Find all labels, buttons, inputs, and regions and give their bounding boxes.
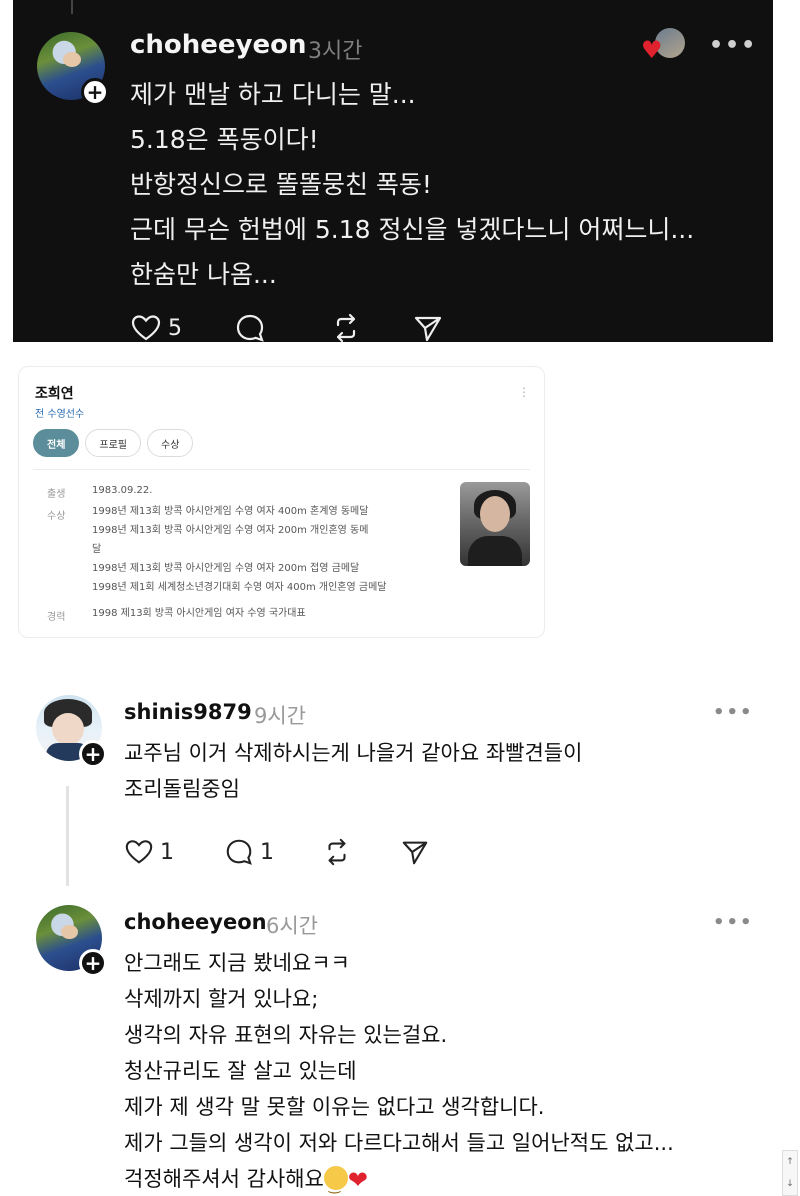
- like-button[interactable]: 1: [124, 837, 174, 867]
- post-body: 제가 맨날 하고 다니는 말... 5.18은 폭동이다! 반항정신으로 똘똘뭉…: [130, 72, 694, 297]
- share-button[interactable]: [400, 837, 430, 867]
- like-button[interactable]: 5: [130, 312, 182, 344]
- photo-face: [480, 496, 510, 532]
- scrollbar[interactable]: ↑ ↓: [782, 1150, 798, 1196]
- comment-more-button[interactable]: •••: [713, 912, 754, 933]
- comment-line: 조리돌림중임: [124, 777, 240, 801]
- share-icon: [402, 841, 428, 865]
- main-post: + choheeyeon 3시간 ♥ ••• 제가 맨날 하고 다니는 말...…: [13, 0, 773, 344]
- repost-button[interactable]: [330, 312, 362, 344]
- post-line: 한숨만 나옴...: [130, 260, 277, 289]
- liked-by-avatar[interactable]: ♥: [641, 28, 685, 62]
- photo-body: [468, 536, 522, 566]
- award-item: 1998년 제13회 방콕 아시안게임 수영 여자 200m 접영 금메달: [92, 563, 360, 574]
- card-person-name: 조희연: [35, 386, 74, 402]
- post-line: 반항정신으로 똘똘뭉친 폭동!: [130, 170, 432, 199]
- reply-thread-line: [66, 786, 69, 886]
- repost-button[interactable]: [322, 837, 352, 867]
- tab-awards[interactable]: 수상: [147, 429, 194, 457]
- comment-body: 안그래도 지금 봤네요ㅋㅋ 삭제까지 할거 있나요; 생각의 자유 표현의 자유…: [124, 945, 674, 1196]
- comment-line-last: 걱정해주셔서 감사해요 ❤: [124, 1161, 674, 1196]
- comment-more-button[interactable]: •••: [713, 702, 754, 723]
- award-item: 1998년 제1회 세계청소년경기대회 수영 여자 400m 개인혼영 금메달: [92, 582, 387, 593]
- comment-time: 9시간: [254, 704, 307, 728]
- tab-profile[interactable]: 프로필: [85, 429, 142, 457]
- career-value: 1998 제13회 방콕 아시안게임 여자 수영 국가대표: [92, 608, 306, 619]
- comment-line: 삭제까지 할거 있나요;: [124, 987, 319, 1011]
- thread-line: [71, 0, 73, 14]
- smile-emoji-icon: [323, 1166, 348, 1196]
- comment-icon: [236, 314, 264, 342]
- reply-button[interactable]: 1: [224, 837, 274, 867]
- comment-line: 제가 그들의 생각이 저와 다르다고해서 들고 일어난적도 없고...: [124, 1131, 674, 1155]
- awards-list: 1998년 제13회 방콕 아시안게임 수영 여자 400m 혼계영 동메달 1…: [92, 502, 387, 597]
- comment-line: 교주님 이거 삭제하시는게 나을거 같아요 좌빨견들이: [124, 741, 583, 765]
- award-item: 1998년 제13회 방콕 아시안게임 수영 여자 400m 혼계영 동메달: [92, 506, 369, 517]
- comment-icon: [226, 839, 252, 865]
- profile-search-card: 조희연 전 수영선수 ⋮ 전체 프로필 수상 출생 1983.09.22. 수상…: [18, 366, 545, 638]
- follow-plus-button[interactable]: +: [79, 740, 107, 768]
- comment-body: 교주님 이거 삭제하시는게 나을거 같아요 좌빨견들이 조리돌림중임: [124, 735, 582, 807]
- liked-heart-icon: ♥: [641, 36, 663, 64]
- birth-label: 출생: [47, 489, 66, 500]
- card-tabs: 전체 프로필 수상: [33, 429, 194, 457]
- like-count: 1: [160, 839, 174, 865]
- comment-line: 청산규리도 잘 살고 있는데: [124, 1059, 357, 1083]
- award-item: 1998년 제13회 방콕 아시안게임 수영 여자 200m 개인혼영 동메: [92, 525, 369, 536]
- birth-value: 1983.09.22.: [92, 485, 153, 496]
- follow-plus-button[interactable]: +: [81, 78, 109, 106]
- avatar-face: [52, 713, 84, 745]
- share-icon: [414, 316, 442, 342]
- comment-time: 6시간: [266, 914, 319, 938]
- post-time: 3시간: [308, 39, 363, 64]
- card-divider: [33, 469, 530, 470]
- card-menu-icon[interactable]: ⋮: [518, 385, 530, 399]
- post-line: 5.18은 폭동이다!: [130, 125, 319, 154]
- scroll-up-icon[interactable]: ↑: [786, 1157, 794, 1167]
- comment-username[interactable]: shinis9879: [124, 700, 252, 724]
- red-heart-emoji-icon: ❤: [347, 1166, 368, 1194]
- profile-photo[interactable]: [460, 482, 530, 566]
- heart-icon: [131, 315, 161, 341]
- post-line: 근데 무슨 헌법에 5.18 정신을 넣겠다느니 어쩌느니...: [130, 215, 695, 244]
- comment-button[interactable]: [234, 312, 266, 344]
- heart-icon: [125, 840, 153, 864]
- share-button[interactable]: [412, 312, 444, 344]
- awards-label: 수상: [47, 511, 66, 522]
- reply-count: 1: [260, 839, 274, 865]
- scroll-down-icon[interactable]: ↓: [786, 1179, 794, 1189]
- comment-line: 생각의 자유 표현의 자유는 있는걸요.: [124, 1023, 448, 1047]
- comment-username[interactable]: choheeyeon: [124, 910, 267, 934]
- card-subtitle[interactable]: 전 수영선수: [35, 405, 84, 420]
- comment-line: 안그래도 지금 봤네요ㅋㅋ: [124, 951, 350, 975]
- post-more-button[interactable]: •••: [709, 33, 757, 58]
- post-username[interactable]: choheeyeon: [130, 30, 307, 60]
- repost-icon: [336, 313, 356, 343]
- follow-plus-button[interactable]: +: [79, 949, 107, 977]
- award-item: 달: [92, 544, 102, 555]
- career-label: 경력: [47, 612, 66, 623]
- post-line: 제가 맨날 하고 다니는 말...: [130, 80, 416, 109]
- like-count: 5: [168, 315, 182, 341]
- repost-icon: [328, 838, 346, 866]
- comment-last-text: 걱정해주셔서 감사해요: [124, 1167, 324, 1191]
- tab-all[interactable]: 전체: [33, 429, 80, 457]
- comment-line: 제가 제 생각 말 못할 이유는 없다고 생각합니다.: [124, 1095, 545, 1119]
